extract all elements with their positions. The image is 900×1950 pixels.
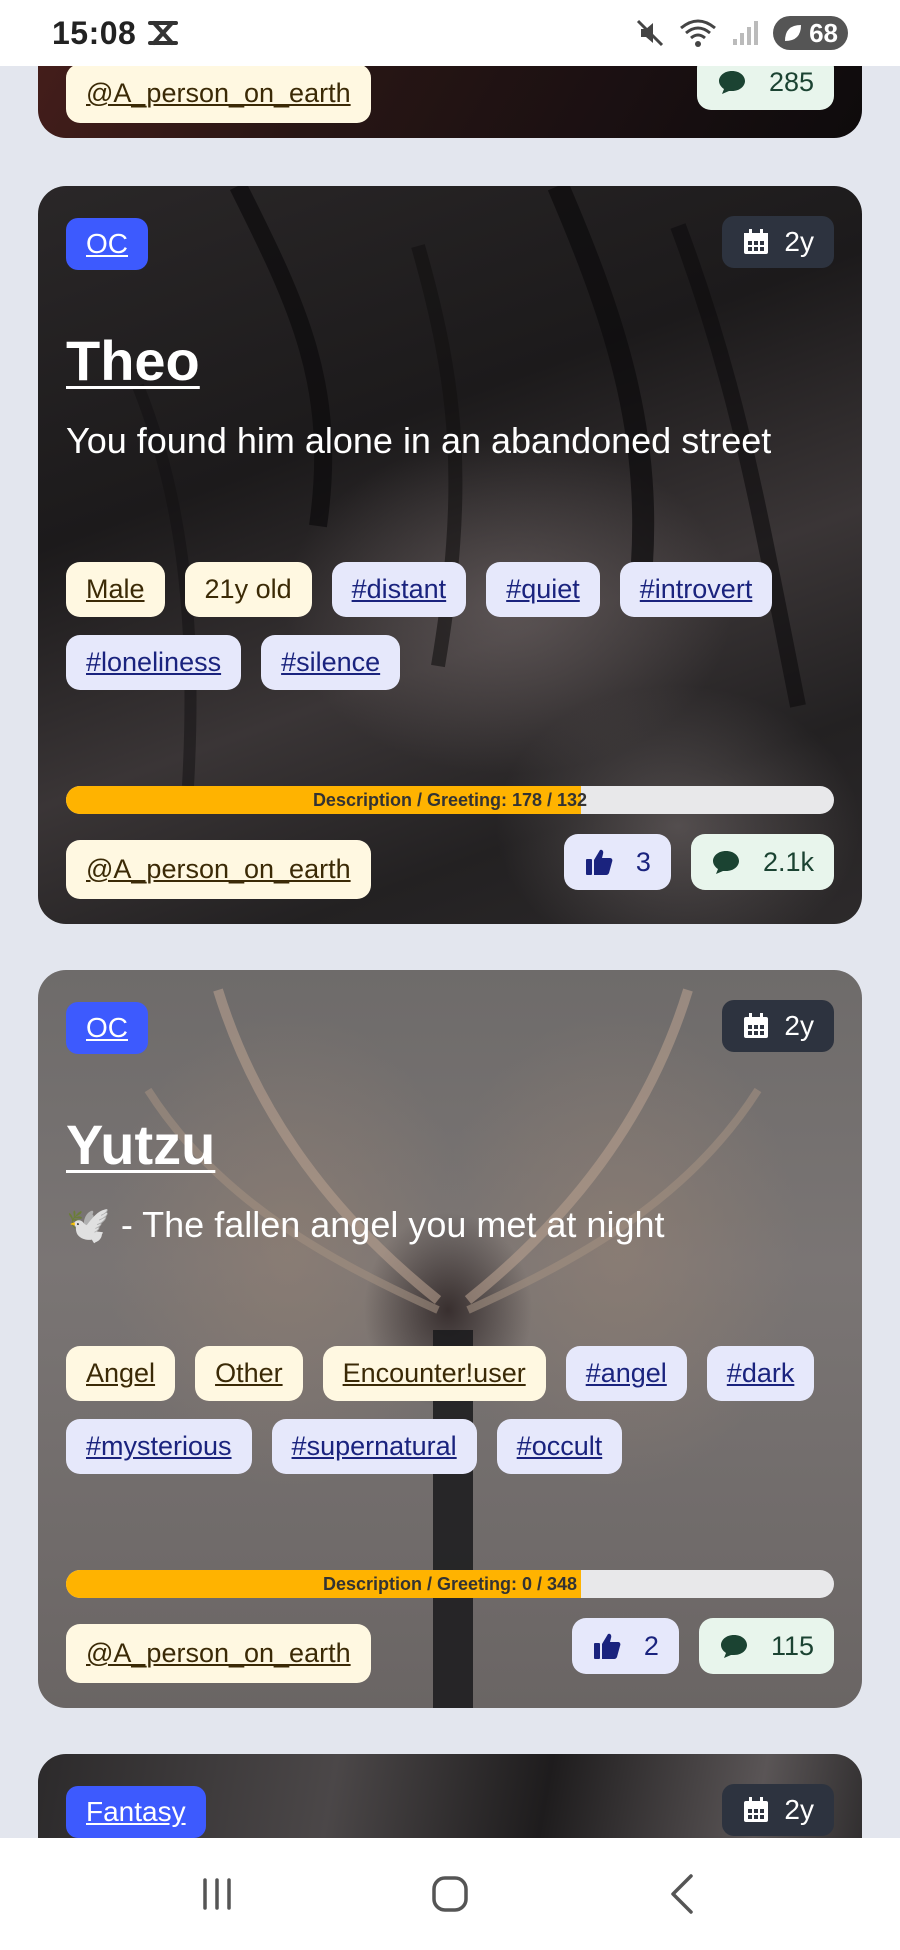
character-card[interactable]: OC 2y Theo You found him alone in an aba… [38, 186, 862, 924]
tag[interactable]: Male [66, 562, 165, 617]
likes-value: 3 [635, 846, 651, 877]
age-badge: 2y [722, 216, 834, 268]
character-name[interactable]: Theo [66, 328, 200, 393]
progress-label: Description / Greeting: 178 / 132 [312, 789, 588, 810]
status-time: 15:08 [52, 14, 137, 51]
comments-count[interactable]: 115 [698, 1618, 834, 1674]
character-name[interactable]: Yutzu [66, 1112, 215, 1177]
description-greeting-progress: Description / Greeting: 0 / 348 [66, 1570, 834, 1598]
likes-value: 2 [643, 1630, 659, 1661]
tag-list: Male 21y old #distant #quiet #introvert … [66, 562, 846, 690]
author-link[interactable]: @A_person_on_earth [66, 840, 371, 899]
age-value: 2y [784, 1794, 814, 1825]
author-link[interactable]: @A_person_on_earth [66, 1624, 371, 1683]
tag[interactable]: #quiet [486, 562, 600, 617]
thumbs-up-icon [593, 1633, 621, 1659]
character-description: 🕊️ - The fallen angel you met at night [66, 1204, 665, 1245]
back-icon[interactable] [653, 1864, 713, 1924]
comment-icon [712, 851, 739, 874]
age-badge: 2y [722, 1000, 834, 1052]
tag[interactable]: Other [195, 1346, 303, 1401]
description-greeting-progress: Description / Greeting: 178 / 132 [66, 786, 834, 814]
tag[interactable]: #silence [261, 635, 401, 690]
tag: 21y old [184, 562, 312, 617]
age-value: 2y [784, 1010, 814, 1041]
category-badge[interactable]: OC [66, 1002, 148, 1054]
tag[interactable]: #distant [331, 562, 467, 617]
age-badge: 2y [722, 1784, 834, 1836]
category-badge[interactable]: Fantasy [66, 1786, 206, 1838]
tag[interactable]: #introvert [619, 562, 773, 617]
tag[interactable]: #supernatural [271, 1419, 477, 1474]
like-button[interactable]: 3 [563, 834, 671, 890]
progress-label: Description / Greeting: 0 / 348 [322, 1573, 578, 1594]
calendar-icon [744, 1797, 769, 1822]
notification-x-icon [148, 21, 179, 45]
character-card[interactable]: OC 2y Yutzu 🕊️ - The fallen angel you me… [38, 970, 862, 1708]
battery-level: 68 [809, 17, 838, 48]
comments-count[interactable]: 2.1k [690, 834, 834, 890]
comment-icon [718, 71, 745, 94]
comments-value: 2.1k [762, 846, 814, 877]
tag-list: Angel Other Encounter!user #angel #dark … [66, 1346, 846, 1474]
mute-icon [637, 19, 664, 47]
thumbs-up-icon [585, 849, 613, 875]
tag[interactable]: Encounter!user [322, 1346, 546, 1401]
tag[interactable]: Angel [66, 1346, 176, 1401]
home-icon[interactable] [420, 1864, 480, 1924]
battery-indicator: 68 [773, 16, 848, 50]
leaf-icon [785, 25, 802, 41]
navigation-bar [0, 1838, 900, 1950]
recent-apps-icon[interactable] [187, 1864, 247, 1924]
tag[interactable]: #occult [496, 1419, 623, 1474]
comment-icon [720, 1635, 747, 1658]
category-badge[interactable]: OC [66, 218, 148, 270]
like-button[interactable]: 2 [571, 1618, 679, 1674]
signal-icon [733, 21, 759, 45]
comments-value: 115 [770, 1630, 814, 1661]
tag[interactable]: #mysterious [66, 1419, 252, 1474]
wifi-icon [680, 19, 717, 47]
tag[interactable]: #angel [565, 1346, 687, 1401]
age-value: 2y [784, 226, 814, 257]
status-bar: 15:08 68 [0, 0, 900, 66]
character-description: You found him alone in an abandoned stre… [66, 420, 772, 461]
tag[interactable]: #dark [706, 1346, 815, 1401]
calendar-icon [744, 229, 769, 254]
author-link[interactable]: @A_person_on_earth [66, 64, 371, 123]
calendar-icon [744, 1013, 769, 1038]
tag[interactable]: #loneliness [66, 635, 242, 690]
comments-value: 285 [768, 66, 814, 97]
